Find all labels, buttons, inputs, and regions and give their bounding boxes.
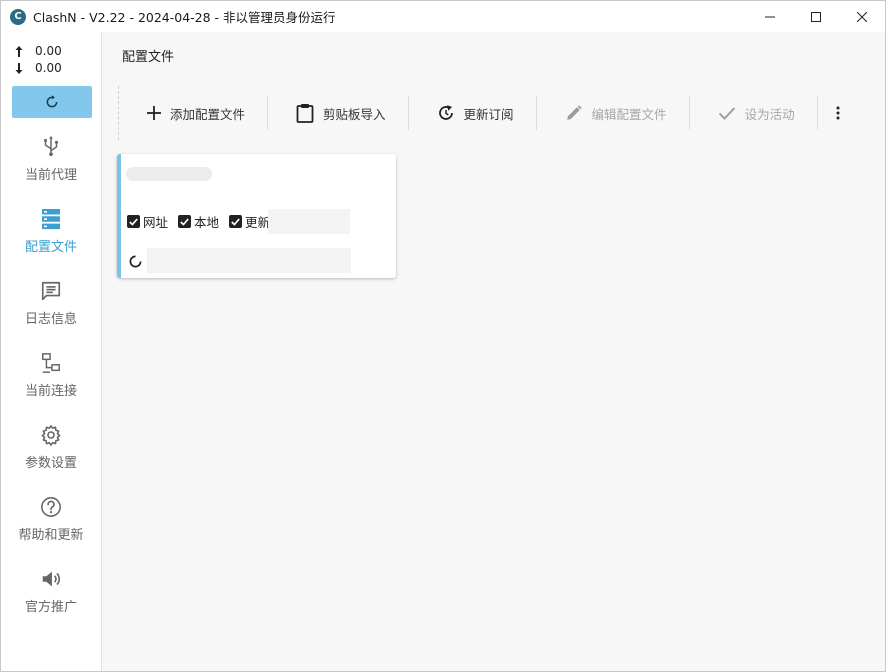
more-vertical-icon (836, 106, 840, 120)
nav-item-label: 配置文件 (24, 240, 77, 255)
download-speed: 0.00 (15, 61, 62, 75)
update-icon (438, 105, 453, 120)
nav-item-label: 当前连接 (24, 384, 77, 399)
nav-item-label: 官方推广 (24, 600, 77, 615)
checkbox-checked-icon (127, 215, 140, 228)
nav-item-logs[interactable]: 日志信息 (1, 276, 101, 344)
message-text-icon (40, 276, 62, 302)
more-options-button[interactable] (818, 96, 858, 130)
server-stack-icon (41, 204, 61, 230)
nav-item-profiles[interactable]: 配置文件 (1, 204, 101, 272)
loading-spinner-icon (129, 255, 142, 268)
edit-profile-label: 编辑配置文件 (591, 106, 667, 122)
profile-url-placeholder (147, 248, 351, 273)
pencil-icon (566, 105, 582, 120)
local-checkbox[interactable]: 本地 (178, 212, 219, 231)
add-profile-label: 添加配置文件 (170, 106, 246, 122)
set-active-button[interactable]: 设为活动 (690, 96, 817, 130)
checkbox-checked-icon (229, 215, 243, 228)
upload-speed: 0.00 (15, 44, 62, 58)
download-speed-value: 0.00 (35, 61, 62, 75)
maximize-button[interactable] (793, 1, 839, 32)
refresh-icon (46, 95, 58, 108)
title-bar[interactable]: C ClashN - V2.22 - 2024-04-28 - 非以管理员身份运… (1, 1, 885, 32)
nav-item-proxies[interactable]: 当前代理 (1, 132, 101, 200)
close-button[interactable] (839, 1, 885, 32)
gear-icon (40, 420, 62, 446)
local-checkbox-label: 本地 (194, 215, 220, 230)
proxy-usb-icon (40, 132, 62, 158)
clipboard-import-label: 剪贴板导入 (323, 106, 386, 122)
profile-card[interactable]: 网址 本地 更新 (117, 154, 396, 278)
nav-item-connections[interactable]: 当前连接 (1, 348, 101, 416)
clipboard-icon (296, 104, 314, 123)
nav-item-settings[interactable]: 参数设置 (1, 420, 101, 488)
nav-item-label: 参数设置 (24, 456, 77, 471)
add-profile-button[interactable]: 添加配置文件 (119, 96, 267, 130)
update-subscription-button[interactable]: 更新订阅 (409, 96, 536, 130)
nav-item-label: 日志信息 (24, 312, 77, 327)
check-icon (718, 107, 735, 120)
checkbox-checked-icon (178, 215, 192, 228)
upload-speed-value: 0.00 (35, 44, 62, 58)
minimize-button[interactable] (747, 1, 793, 32)
plus-icon (147, 106, 161, 120)
update-checkbox[interactable]: 更新 (229, 212, 270, 231)
arrow-down-icon (15, 62, 29, 74)
set-active-label: 设为活动 (744, 106, 795, 122)
update-time-placeholder (268, 209, 350, 234)
nav-item-label: 帮助和更新 (18, 528, 84, 543)
minimize-icon (765, 16, 775, 17)
app-logo-icon: C (10, 8, 26, 25)
window-controls (747, 1, 885, 32)
edit-profile-button[interactable]: 编辑配置文件 (537, 96, 689, 130)
url-checkbox-label: 网址 (143, 215, 169, 230)
profile-flags: 网址 本地 更新 (127, 212, 280, 231)
profile-name-placeholder (126, 167, 212, 181)
arrow-up-icon (15, 45, 29, 57)
app-window: C ClashN - V2.22 - 2024-04-28 - 非以管理员身份运… (0, 0, 886, 672)
maximize-icon (811, 11, 821, 22)
close-icon (857, 11, 867, 22)
page-title: 配置文件 (122, 50, 175, 65)
help-circle-icon (40, 492, 62, 518)
nav-item-help[interactable]: 帮助和更新 (1, 492, 101, 560)
window-title: ClashN - V2.22 - 2024-04-28 - 非以管理员身份运行 (33, 10, 336, 25)
update-checkbox-label: 更新 (245, 215, 271, 230)
network-lan-icon (40, 348, 62, 374)
nav-item-promotion[interactable]: 官方推广 (1, 564, 101, 632)
clipboard-import-button[interactable]: 剪贴板导入 (268, 96, 408, 130)
refresh-button[interactable] (12, 86, 92, 118)
update-subscription-label: 更新订阅 (463, 106, 514, 122)
speaker-icon (40, 564, 62, 590)
url-checkbox[interactable]: 网址 (127, 212, 168, 231)
nav-item-label: 当前代理 (24, 168, 77, 183)
sidebar: 0.00 0.00 当前代理 配置文件 日志信息 当前连接 参数设置 帮助和更新… (1, 32, 102, 671)
active-profile-indicator (117, 154, 121, 278)
profiles-toolbar: 添加配置文件 剪贴板导入 更新订阅 编辑配置文件 设为活动 (118, 86, 870, 140)
